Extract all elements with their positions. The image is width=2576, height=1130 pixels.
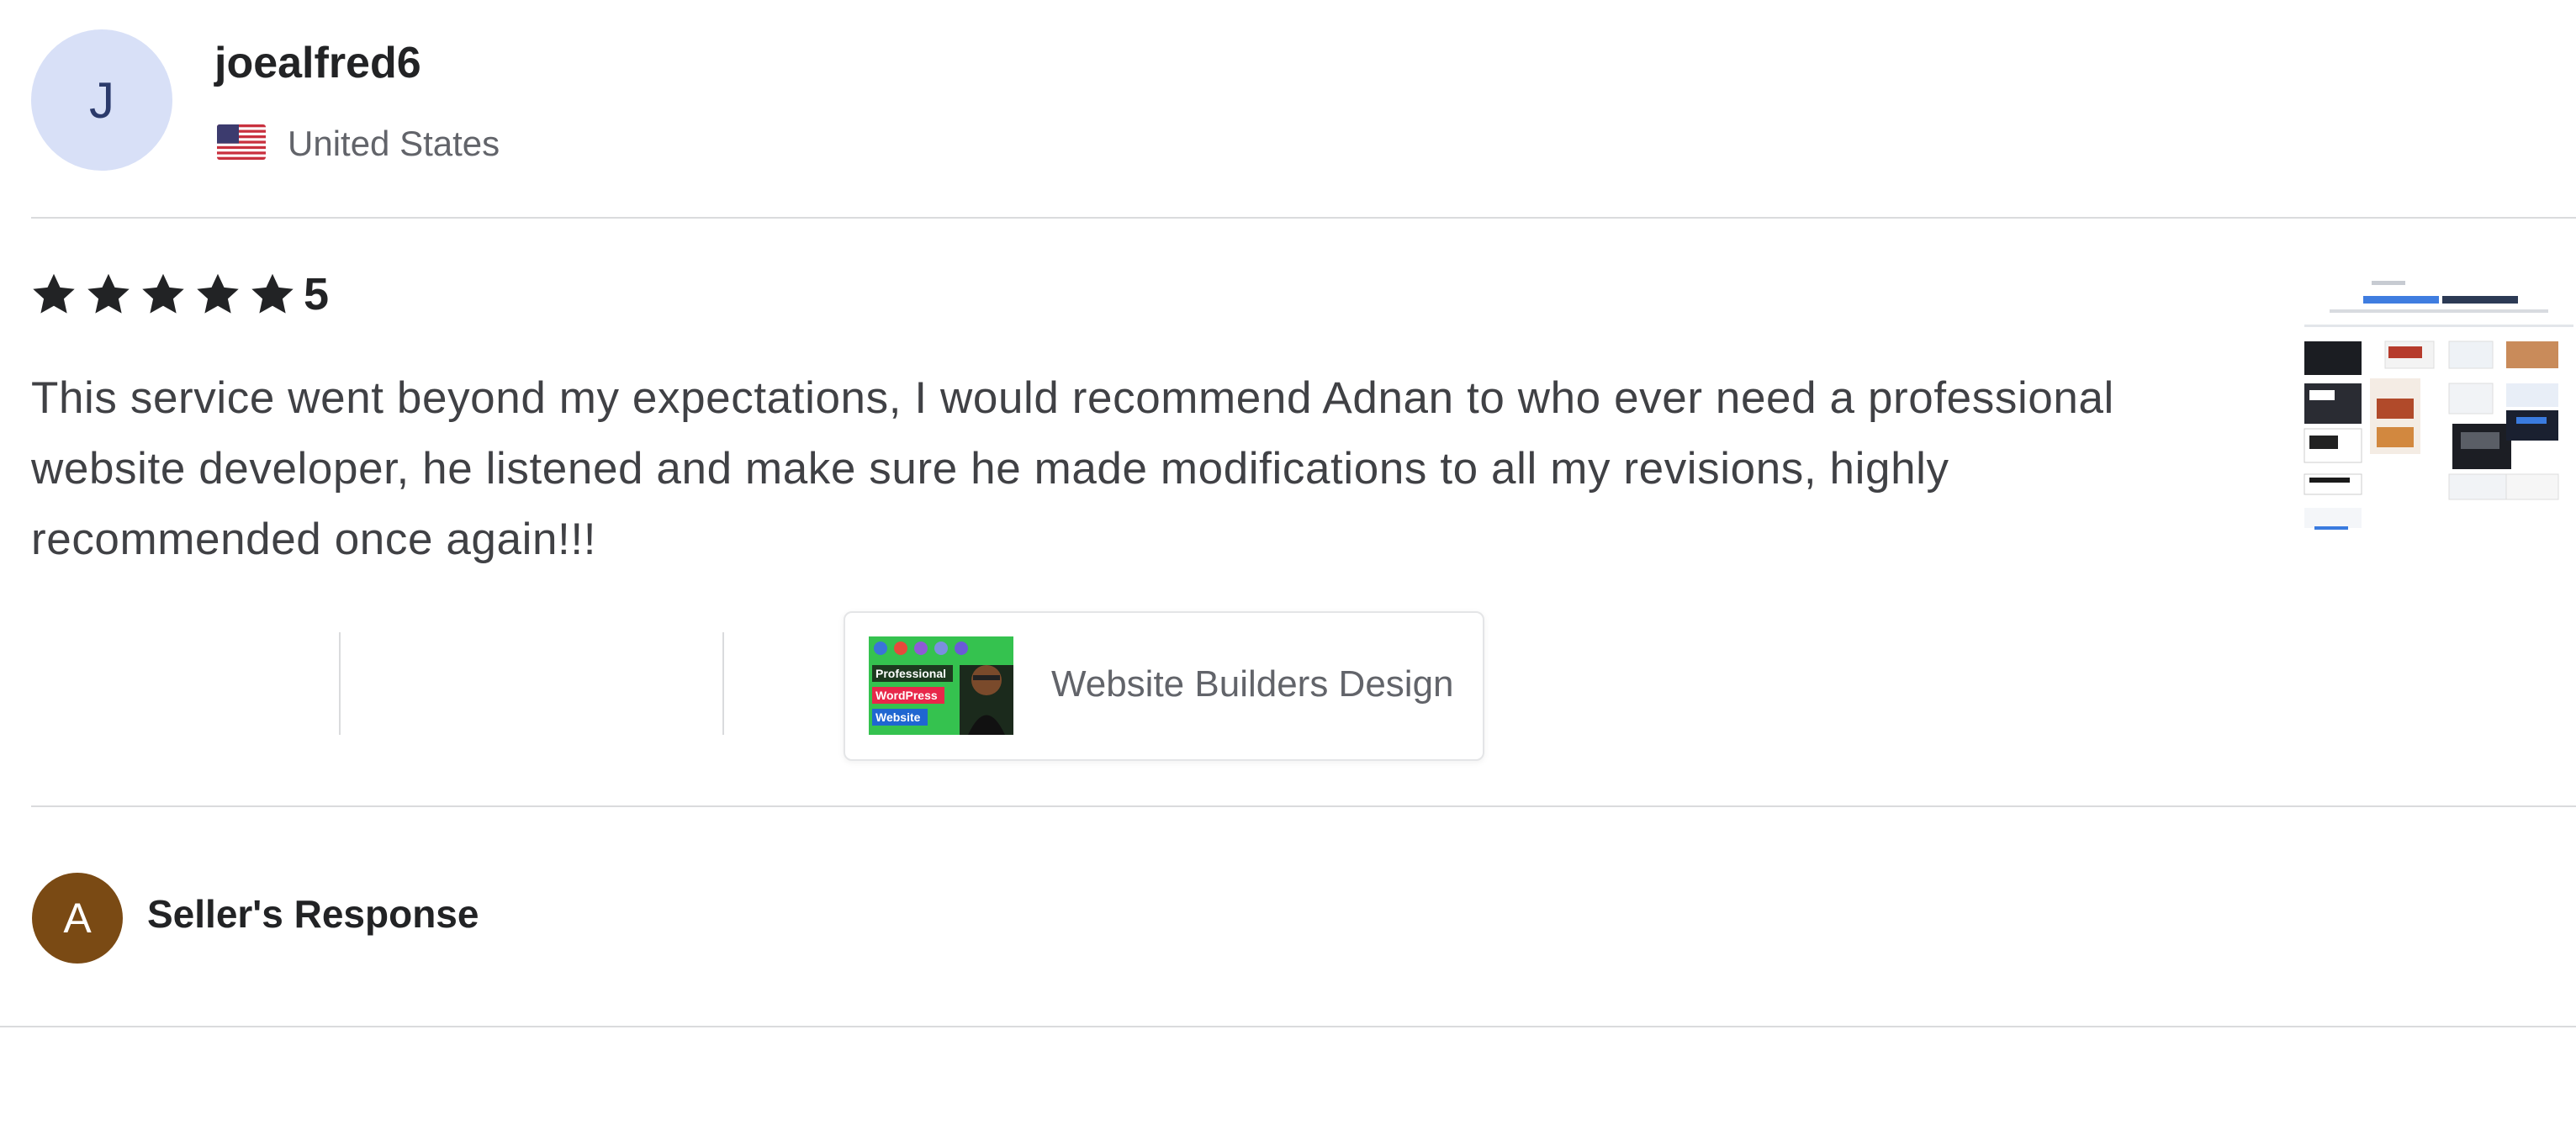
review-work-thumbnail[interactable] [2254,267,2576,536]
meta-separator [339,632,341,735]
gig-title[interactable]: Website Builders Design [1051,660,1454,709]
gig-thumbnail[interactable]: Professional WordPress Website [869,636,1013,735]
gig-thumb-label-website: Website [875,710,921,724]
gig-thumb-label-professional: Professional [875,667,947,680]
us-flag-icon [217,124,266,160]
review-text: This service went beyond my expectations… [31,373,2114,564]
star-icon [33,273,75,314]
reviewer-country: United States [288,124,500,163]
star-icon [87,273,130,314]
bottom-divider [0,1026,2576,1027]
seller-response-toggle[interactable]: Seller's Response [147,890,479,938]
seller-avatar: A [32,873,123,964]
gig-card[interactable]: Professional WordPress Website Website B… [844,611,1484,761]
rating-value: 5 [304,269,330,319]
review-divider [31,805,2576,807]
star-icon [197,273,239,314]
star-icon [142,273,184,314]
reviewer-avatar[interactable]: J [31,29,172,171]
reviewer-username[interactable]: joealfred6 [214,35,421,91]
meta-separator [722,632,724,735]
gig-thumb-label-wordpress: WordPress [875,689,938,702]
header-divider [31,217,2576,219]
star-rating: 5 [30,267,329,321]
star-icon [251,273,294,314]
